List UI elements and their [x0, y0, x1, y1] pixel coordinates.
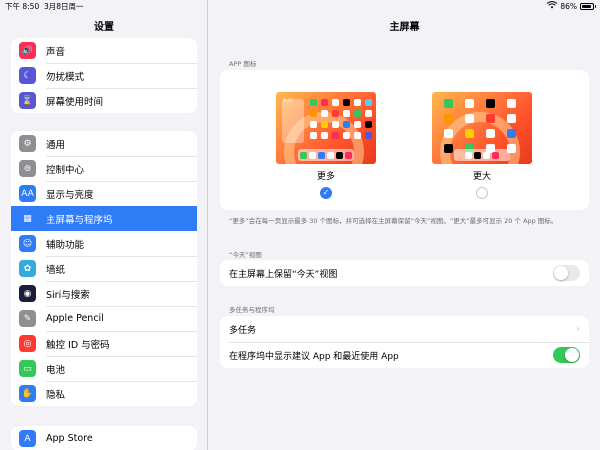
keep-today-view-label: 在主屏幕上保留“今天”视图	[229, 269, 338, 280]
preview-time: 9:41	[283, 99, 294, 104]
app-icons-header: APP 图标	[229, 60, 257, 68]
today-view-card: 在主屏幕上保留“今天”视图	[220, 260, 589, 286]
keep-today-view-toggle[interactable]	[553, 265, 580, 281]
dock-suggestions-label: 在程序坞中显示建议 App 和最近使用 App	[229, 351, 399, 362]
sidebar-item-battery[interactable]: ▭ 电池	[11, 356, 197, 381]
sidebar-item-label: 屏幕使用时间	[46, 96, 104, 108]
today-view-header: “今天”视图	[229, 251, 262, 259]
preview-more: 9:41	[276, 92, 376, 164]
sidebar-item-label: App Store	[46, 433, 93, 444]
dock-suggestions-toggle[interactable]	[553, 347, 580, 363]
sidebar-item-hand[interactable]: ✋ 隐私	[11, 381, 197, 406]
preview-more-grid	[310, 99, 372, 139]
multitask-header: 多任务与程序坞	[229, 306, 275, 314]
sidebar-item-fingerprint[interactable]: ◎ 触控 ID 与密码	[11, 331, 197, 356]
sidebar-group-store: A App Store	[11, 426, 197, 450]
sidebar-item-pencil[interactable]: ✎ Apple Pencil	[11, 306, 197, 331]
preview-bigger	[432, 92, 532, 164]
sidebar-title: 设置	[94, 22, 114, 33]
multitask-label: 多任务	[229, 325, 257, 336]
sidebar-item-label: 电池	[46, 364, 66, 376]
option-more[interactable]: 9:41 更多 ✓	[276, 92, 376, 199]
status-time: 下午 8:50 3月8日周一	[5, 2, 84, 11]
accessibility-icon: ☺	[19, 235, 36, 252]
app-store-icon: A	[19, 430, 36, 447]
sidebar-item-label: Apple Pencil	[46, 313, 104, 324]
option-bigger-label: 更大	[472, 172, 491, 182]
hourglass-icon: ⌛	[19, 92, 36, 109]
switches-icon: ⊜	[19, 160, 36, 177]
sidebar-item-siri[interactable]: ◉ Siri与搜索	[11, 281, 197, 306]
flower-icon: ✿	[19, 260, 36, 277]
app-icons-card: 9:41 更多 ✓ 更大	[220, 70, 589, 210]
sidebar-item-speaker[interactable]: 🔊 声音	[11, 38, 197, 63]
page-title: 主屏幕	[389, 22, 420, 33]
siri-icon: ◉	[19, 285, 36, 302]
sidebar-item-label: Siri与搜索	[46, 289, 90, 301]
keep-today-view-row[interactable]: 在主屏幕上保留“今天”视图	[220, 260, 589, 286]
battery-percent: 86%	[560, 1, 577, 11]
dock-suggestions-row[interactable]: 在程序坞中显示建议 App 和最近使用 App	[220, 342, 589, 368]
sidebar-item-label: 辅助功能	[46, 239, 85, 251]
battery-level	[582, 4, 591, 8]
sidebar-item-flower[interactable]: ✿ 墙纸	[11, 256, 197, 281]
sidebar-group-sounds: 🔊 声音 ☾ 勿扰模式 ⌛ 屏幕使用时间	[11, 38, 197, 113]
sidebar-item-hourglass[interactable]: ⌛ 屏幕使用时间	[11, 88, 197, 113]
sidebar-item-app-store[interactable]: A App Store	[11, 426, 197, 450]
sidebar-item-label: 触控 ID 与密码	[46, 339, 110, 351]
sidebar-item-gear[interactable]: ⚙ 通用	[11, 131, 197, 156]
sidebar-item-accessibility[interactable]: ☺ 辅助功能	[11, 231, 197, 256]
pencil-icon: ✎	[19, 310, 36, 327]
sidebar-item-label: 主屏幕与程序坞	[46, 214, 113, 226]
gear-icon: ⚙	[19, 135, 36, 152]
sidebar-item-switches[interactable]: ⊜ 控制中心	[11, 156, 197, 181]
home-screen-panel: 主屏幕 APP 图标 9:41 更多 ✓ 更大 “更多”会在每一页显示最多 30…	[209, 0, 600, 450]
speaker-icon: 🔊	[19, 42, 36, 59]
multitask-row[interactable]: 多任务 ›	[220, 316, 589, 342]
fingerprint-icon: ◎	[19, 335, 36, 352]
sidebar-item-label: 显示与亮度	[46, 189, 94, 201]
text-size-icon: AA	[19, 185, 36, 202]
hand-icon: ✋	[19, 385, 36, 402]
sidebar-item-home-grid[interactable]: ▦ 主屏幕与程序坞	[11, 206, 197, 231]
sidebar-item-label: 勿扰模式	[46, 71, 85, 83]
battery-icon: ▭	[19, 360, 36, 377]
radio-circle-icon[interactable]	[476, 187, 488, 199]
icon-size-note: “更多”会在每一页显示最多 30 个图标，并可选择在主屏幕保留“今天”视图。“更…	[229, 217, 558, 225]
multitask-card: 多任务 › 在程序坞中显示建议 App 和最近使用 App	[220, 316, 589, 368]
chevron-right-icon: ›	[576, 323, 580, 335]
sidebar-item-text-size[interactable]: AA 显示与亮度	[11, 181, 197, 206]
wifi-icon	[547, 1, 558, 11]
moon-icon: ☾	[19, 67, 36, 84]
sidebar-item-label: 隐私	[46, 389, 66, 401]
checkmark-icon[interactable]: ✓	[320, 187, 332, 199]
settings-sidebar: 设置 🔊 声音 ☾ 勿扰模式 ⌛ 屏幕使用时间 ⚙ 通用 ⊜ 控制中心 AA 显示与亮度 ▦ 主屏幕与程…	[0, 0, 208, 450]
sidebar-item-label: 墙纸	[46, 264, 66, 276]
option-bigger[interactable]: 更大	[432, 92, 532, 199]
sidebar-item-label: 通用	[46, 139, 66, 151]
sidebar-item-label: 控制中心	[46, 164, 85, 176]
sidebar-group-general: ⚙ 通用 ⊜ 控制中心 AA 显示与亮度 ▦ 主屏幕与程序坞 ☺ 辅助功能 ✿ 墙纸 ◉ Siri与搜索 ✎…	[11, 131, 197, 406]
battery-icon	[580, 2, 596, 10]
preview-bigger-grid	[444, 99, 516, 153]
sidebar-item-moon[interactable]: ☾ 勿扰模式	[11, 63, 197, 88]
home-grid-icon: ▦	[19, 210, 36, 227]
sidebar-item-label: 声音	[46, 46, 66, 58]
status-right: 86%	[547, 1, 596, 11]
option-more-label: 更多	[316, 172, 335, 182]
status-bar: 下午 8:50 3月8日周一 86%	[0, 0, 600, 12]
